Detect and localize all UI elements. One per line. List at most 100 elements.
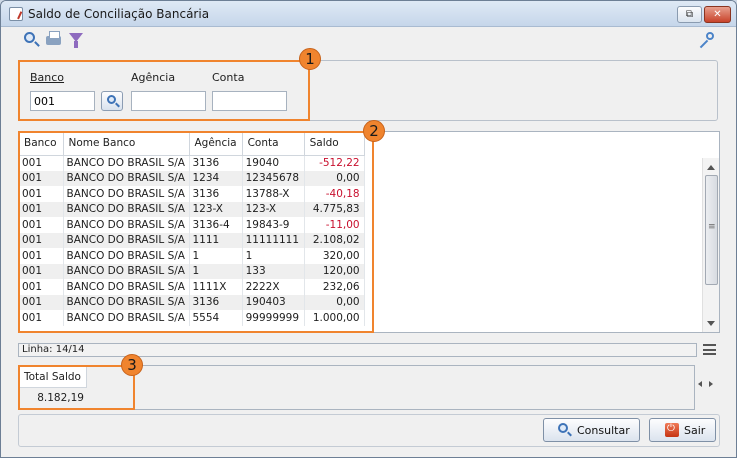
- cell-agencia: 3136: [189, 186, 243, 202]
- banco-label: Banco: [30, 71, 65, 84]
- close-button[interactable]: ✕: [704, 6, 731, 23]
- cell-saldo: 1.000,00: [304, 310, 365, 326]
- cell-nome-banco: BANCO DO BRASIL S/A: [63, 170, 190, 186]
- cell-saldo: 4.775,83: [304, 201, 365, 217]
- printer-icon[interactable]: [45, 31, 63, 49]
- cell-agencia: 1111: [189, 232, 243, 248]
- callout-badge-3: 3: [121, 354, 143, 376]
- scroll-right-icon[interactable]: [709, 381, 713, 387]
- cell-agencia: 123-X: [189, 201, 243, 217]
- cell-saldo: 320,00: [304, 248, 365, 264]
- cell-banco: 001: [19, 217, 64, 233]
- cell-agencia: 1: [189, 263, 243, 279]
- title-bar[interactable]: Saldo de Conciliação Bancária ⧉ ✕: [1, 1, 736, 27]
- scroll-down-icon[interactable]: [707, 321, 715, 326]
- callout-badge-2: 2: [363, 120, 385, 142]
- agencia-label: Agência: [131, 71, 176, 84]
- cell-nome-banco: BANCO DO BRASIL S/A: [63, 232, 190, 248]
- magnifier-icon: [558, 423, 568, 433]
- table-row[interactable]: 001 BANCO DO BRASIL S/A 1234 12345678 0,00: [19, 170, 365, 186]
- table-row[interactable]: 001 BANCO DO BRASIL S/A 1 133 120,00: [19, 263, 365, 279]
- cell-nome-banco: BANCO DO BRASIL S/A: [63, 310, 190, 326]
- cell-nome-banco: BANCO DO BRASIL S/A: [63, 294, 190, 310]
- cell-agencia: 1234: [189, 170, 243, 186]
- line-status: Linha: 14/14: [18, 343, 697, 357]
- cell-conta: 190403: [242, 294, 305, 310]
- cell-nome-banco: BANCO DO BRASIL S/A: [63, 217, 190, 233]
- table-row[interactable]: 001 BANCO DO BRASIL S/A 3136 19040 -512,22: [19, 155, 365, 171]
- scroll-thumb[interactable]: [705, 175, 718, 285]
- table-row[interactable]: 001 BANCO DO BRASIL S/A 1111 11111111 2.108,…: [19, 232, 365, 248]
- cell-conta: 12345678: [242, 170, 305, 186]
- cell-saldo: 2.108,02: [304, 232, 365, 248]
- cell-banco: 001: [19, 155, 64, 171]
- cell-saldo: 232,06: [304, 279, 365, 295]
- cell-conta: 2222X: [242, 279, 305, 295]
- table-row[interactable]: 001 BANCO DO BRASIL S/A 5554 99999999 1.000,…: [19, 310, 365, 326]
- sair-button[interactable]: Sair: [649, 418, 716, 442]
- table-body: 001 BANCO DO BRASIL S/A 3136 19040 -512,22 00…: [19, 155, 365, 326]
- cell-conta: 11111111: [242, 232, 305, 248]
- total-saldo-header: Total Saldo: [19, 366, 87, 388]
- cell-conta: 19843-9: [242, 217, 305, 233]
- agencia-input[interactable]: [131, 91, 206, 111]
- cell-conta: 13788-X: [242, 186, 305, 202]
- column-header-agencia[interactable]: Agência: [189, 132, 243, 156]
- app-window: Saldo de Conciliação Bancária ⧉ ✕ Banco …: [0, 0, 737, 458]
- scroll-up-icon[interactable]: [707, 165, 715, 170]
- cell-nome-banco: BANCO DO BRASIL S/A: [63, 155, 190, 171]
- table-row[interactable]: 001 BANCO DO BRASIL S/A 123-X 123-X 4.775,83: [19, 201, 365, 217]
- restore-button[interactable]: ⧉: [677, 6, 702, 23]
- table-row[interactable]: 001 BANCO DO BRASIL S/A 1 1 320,00: [19, 248, 365, 264]
- key-icon[interactable]: [698, 31, 716, 49]
- cell-nome-banco: BANCO DO BRASIL S/A: [63, 279, 190, 295]
- cell-agencia: 5554: [189, 310, 243, 326]
- cell-banco: 001: [19, 248, 64, 264]
- column-header-nome-banco[interactable]: Nome Banco: [63, 132, 190, 156]
- table-row[interactable]: 001 BANCO DO BRASIL S/A 3136-4 19843-9 -11,0…: [19, 217, 365, 233]
- consultar-button[interactable]: Consultar: [543, 418, 640, 442]
- cell-agencia: 3136-4: [189, 217, 243, 233]
- magnifier-icon[interactable]: [23, 31, 41, 49]
- magnifier-icon: [107, 95, 116, 104]
- banco-input[interactable]: [30, 91, 95, 111]
- cell-conta: 133: [242, 263, 305, 279]
- funnel-icon[interactable]: [68, 31, 86, 49]
- window-title: Saldo de Conciliação Bancária: [28, 7, 210, 21]
- table-row[interactable]: 001 BANCO DO BRASIL S/A 3136 13788-X -40,18: [19, 186, 365, 202]
- column-header-banco[interactable]: Banco: [19, 132, 64, 156]
- cell-saldo: -11,00: [304, 217, 365, 233]
- results-grid: Banco Nome Banco Agência Conta Saldo 001…: [18, 131, 720, 333]
- table-row[interactable]: 001 BANCO DO BRASIL S/A 1111X 2222X 232,06: [19, 279, 365, 295]
- menu-icon[interactable]: [703, 344, 716, 355]
- conta-input[interactable]: [212, 91, 287, 111]
- cell-conta: 123-X: [242, 201, 305, 217]
- table-row[interactable]: 001 BANCO DO BRASIL S/A 3136 190403 0,00: [19, 294, 365, 310]
- vertical-scrollbar[interactable]: [702, 158, 719, 332]
- sair-label: Sair: [684, 424, 706, 437]
- cell-nome-banco: BANCO DO BRASIL S/A: [63, 263, 190, 279]
- column-header-conta[interactable]: Conta: [242, 132, 305, 156]
- consultar-label: Consultar: [577, 424, 630, 437]
- conta-label: Conta: [212, 71, 245, 84]
- cell-saldo: -512,22: [304, 155, 365, 171]
- callout-badge-1: 1: [299, 48, 321, 70]
- cell-saldo: -40,18: [304, 186, 365, 202]
- column-header-saldo[interactable]: Saldo: [304, 132, 365, 156]
- table-header-row: Banco Nome Banco Agência Conta Saldo: [19, 132, 365, 156]
- cell-banco: 001: [19, 279, 64, 295]
- cell-banco: 001: [19, 170, 64, 186]
- app-icon: [9, 7, 23, 21]
- cell-nome-banco: BANCO DO BRASIL S/A: [63, 186, 190, 202]
- cell-banco: 001: [19, 232, 64, 248]
- cell-conta: 19040: [242, 155, 305, 171]
- cell-saldo: 0,00: [304, 170, 365, 186]
- cell-agencia: 1111X: [189, 279, 243, 295]
- cell-banco: 001: [19, 186, 64, 202]
- scroll-left-icon[interactable]: [698, 381, 702, 387]
- banco-lookup-button[interactable]: [101, 91, 123, 111]
- cell-banco: 001: [19, 310, 64, 326]
- total-saldo-value: 8.182,19: [37, 392, 84, 404]
- cell-saldo: 120,00: [304, 263, 365, 279]
- cell-nome-banco: BANCO DO BRASIL S/A: [63, 201, 190, 217]
